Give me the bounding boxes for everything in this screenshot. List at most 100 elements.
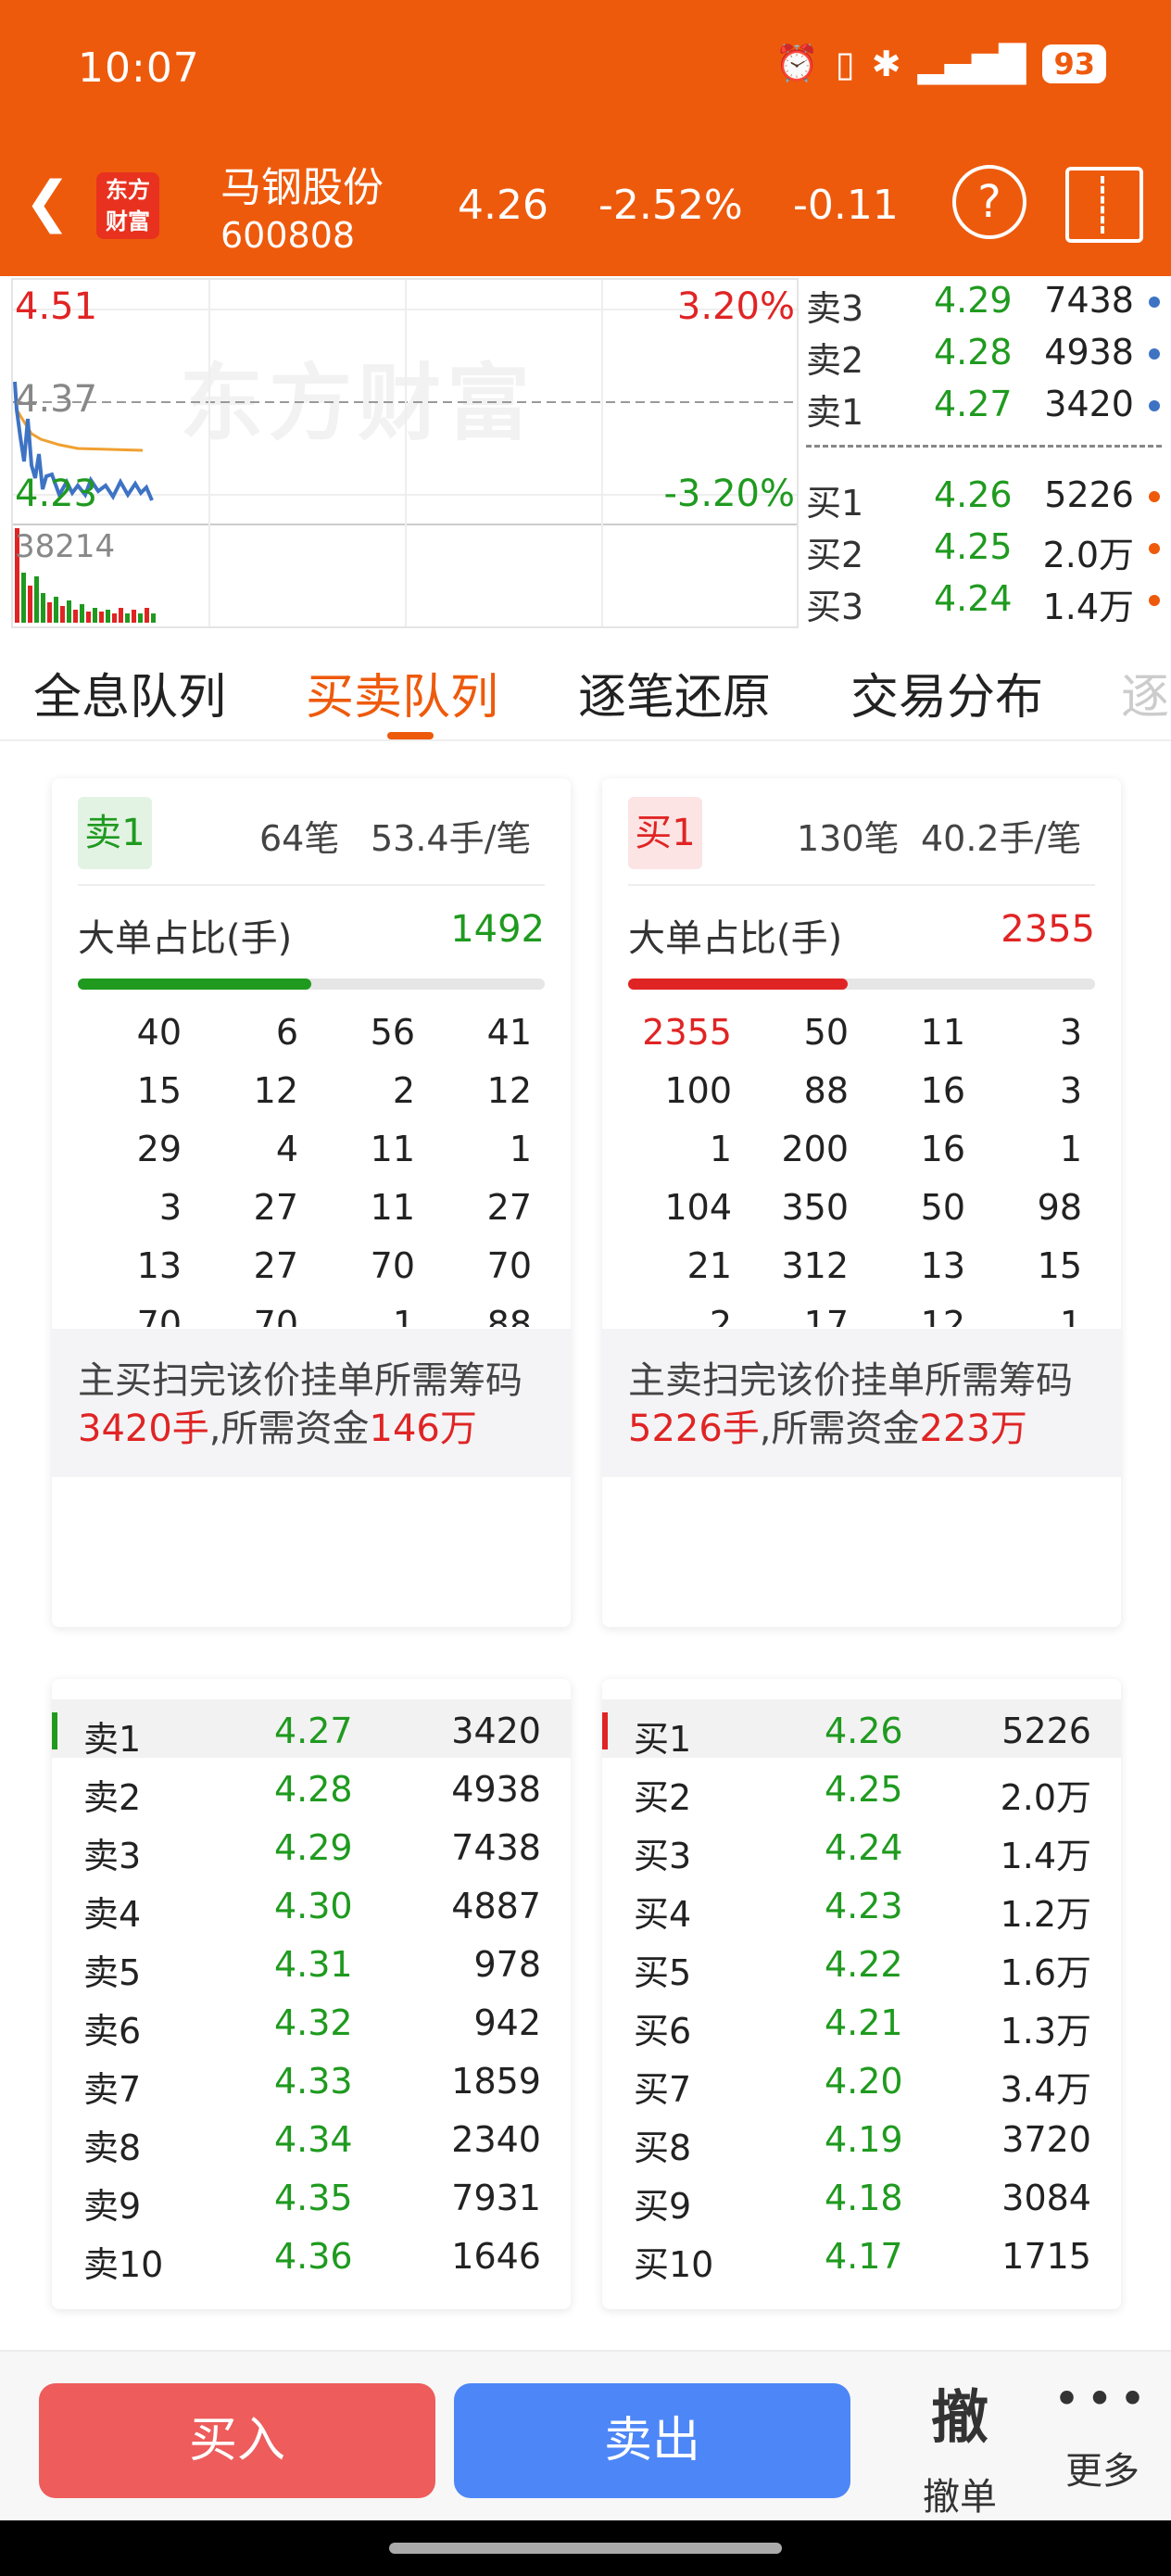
queue-cell: 70 — [136, 1304, 182, 1327]
queue-cell: 70 — [370, 1245, 415, 1286]
tab-bar: 全息队列 买卖队列 逐笔还原 交易分布 逐 — [0, 630, 1171, 741]
queue-cell: 12 — [253, 1070, 298, 1111]
depth-row[interactable]: 卖5 4.31 978 — [52, 1933, 571, 1993]
depth-row[interactable]: 买4 4.23 1.2万 — [602, 1875, 1121, 1935]
queue-row: 2 17 12 1 — [628, 1294, 1095, 1327]
tab-overflow[interactable]: 逐 — [1121, 658, 1169, 727]
tab-order-queue[interactable]: 买卖队列 — [306, 658, 498, 727]
queue-cell: 12 — [486, 1070, 532, 1111]
depth-row[interactable]: 卖7 4.33 1859 — [52, 2050, 571, 2110]
tab-full-queue[interactable]: 全息队列 — [33, 658, 226, 727]
queue-row: 104 350 50 98 — [628, 1178, 1095, 1236]
depth-label: 买6 — [634, 2011, 692, 2052]
depth-row[interactable]: 卖2 4.28 4938 — [52, 1758, 571, 1818]
queue-row: 40 6 56 41 — [78, 1003, 545, 1061]
depth-volume: 942 — [473, 2002, 541, 2043]
queue-cell: 100 — [664, 1070, 732, 1111]
bluetooth-icon: ✱ — [871, 43, 901, 84]
queue-cell: 98 — [1037, 1187, 1082, 1228]
queue-cell: 1 — [509, 1129, 532, 1169]
tab-trade-distribution[interactable]: 交易分布 — [850, 658, 1043, 727]
depth-row[interactable]: 卖3 4.29 7438 — [52, 1816, 571, 1876]
system-nav-bar — [0, 2520, 1171, 2576]
depth-row[interactable]: 卖8 4.34 2340 — [52, 2108, 571, 2168]
buy-button[interactable]: 买入 — [39, 2383, 435, 2498]
depth-volume: 3.4万 — [1000, 2069, 1091, 2110]
depth-row[interactable]: 买1 4.26 5226 — [602, 1699, 1121, 1760]
queue-cell: 27 — [253, 1245, 298, 1286]
queue-cell: 15 — [136, 1070, 182, 1111]
depth-row[interactable]: 买3 4.24 1.4万 — [602, 1816, 1121, 1876]
depth-label: 卖2 — [83, 1777, 142, 1818]
sell-queue-footer: 主买扫完该价挂单所需筹码3420手,所需资金146万 — [52, 1329, 571, 1477]
percent-change: -2.52% — [598, 182, 743, 229]
chart-svg — [13, 280, 797, 626]
depth-row[interactable]: 卖10 4.36 1646 — [52, 2225, 571, 2285]
queue-row: 70 70 1 88 — [78, 1294, 545, 1327]
depth-label: 卖5 — [83, 1952, 142, 1993]
queue-cell: 41 — [486, 1012, 532, 1053]
cancel-order-button[interactable]: 撤 撤单 — [912, 2370, 1008, 2520]
sell-queue-grid: 40 6 56 41 15 12 2 12 29 4 11 1 3 27 11 27 13 27 70 70 70 70 1… — [78, 1003, 545, 1327]
cancel-label: 撤单 — [923, 2476, 997, 2519]
depth-volume: 1.4万 — [1000, 1836, 1091, 1876]
back-icon[interactable]: ❮ — [24, 174, 70, 230]
app-logo: 东方 财富 — [96, 172, 159, 239]
more-button[interactable]: ••• 更多 — [1047, 2370, 1158, 2494]
status-icons: ⏰ ▯ ✱ ▂▄▆█ 93 — [774, 43, 1106, 84]
buy-order-count: 130笔 — [797, 818, 900, 859]
depth-row[interactable]: 卖4 4.30 4887 — [52, 1875, 571, 1935]
stock-name: 马钢股份 — [220, 164, 384, 211]
queue-cell: 2355 — [642, 1012, 732, 1053]
queue-cell: 1 — [392, 1304, 415, 1327]
depth-row[interactable]: 买2 4.25 2.0万 — [602, 1758, 1121, 1818]
queue-cell: 70 — [253, 1304, 298, 1327]
5g-signal-icon: ▂▄▆█ — [917, 43, 1026, 84]
depth-volume: 2.0万 — [1000, 1777, 1091, 1818]
depth-row[interactable]: 买8 4.19 3720 — [602, 2108, 1121, 2168]
depth-label: 买9 — [634, 2186, 692, 2227]
help-icon[interactable]: ? — [952, 165, 1026, 239]
depth-price: 4.19 — [825, 2119, 903, 2160]
depth-label: 买2 — [634, 1777, 692, 1818]
queue-cell: 104 — [664, 1187, 732, 1228]
depth-label: 卖6 — [83, 2011, 142, 2052]
queue-cell: 16 — [920, 1129, 965, 1169]
queue-cell: 27 — [253, 1187, 298, 1228]
queue-cell: 50 — [803, 1012, 849, 1053]
switch-layout-icon[interactable] — [1065, 167, 1143, 243]
depth-row[interactable]: 买9 4.18 3084 — [602, 2166, 1121, 2227]
queue-cell: 3 — [158, 1187, 182, 1228]
depth-label: 买7 — [634, 2069, 692, 2110]
depth-row[interactable]: 卖9 4.35 7931 — [52, 2166, 571, 2227]
queue-cell: 13 — [920, 1245, 965, 1286]
queue-row: 2355 50 11 3 — [628, 1003, 1095, 1061]
queue-row: 13 27 70 70 — [78, 1236, 545, 1294]
queue-row: 29 4 11 1 — [78, 1119, 545, 1178]
queue-cell: 2 — [709, 1304, 732, 1327]
home-gesture-pill[interactable] — [389, 2543, 782, 2554]
sell-avg-lots: 53.4手/笔 — [371, 818, 532, 859]
queue-cell: 2 — [392, 1070, 415, 1111]
depth-row[interactable]: 买7 4.20 3.4万 — [602, 2050, 1121, 2110]
depth-price: 4.36 — [274, 2236, 353, 2277]
depth-row[interactable]: 卖6 4.32 942 — [52, 1991, 571, 2052]
depth-row[interactable]: 买6 4.21 1.3万 — [602, 1991, 1121, 2052]
chart-low-price: 4.23 — [15, 473, 98, 515]
sell-button[interactable]: 卖出 — [454, 2383, 850, 2498]
depth-price: 4.24 — [825, 1827, 903, 1868]
depth-price: 4.20 — [825, 2061, 903, 2102]
depth-row[interactable]: 卖1 4.27 3420 — [52, 1699, 571, 1760]
depth-row[interactable]: 买5 4.22 1.6万 — [602, 1933, 1121, 1993]
depth-volume: 978 — [473, 1944, 541, 1985]
mini-bid-3: 买3 4.24 1.4万 — [802, 573, 1171, 627]
mini-ask-2: 卖2 4.28 4938 — [802, 326, 1171, 381]
queue-cell: 12 — [920, 1304, 965, 1327]
intraday-chart[interactable]: 东方财富 4.51 3.20% 4.37 4.23 -3.20% 38214 — [11, 278, 799, 628]
queue-cell: 1 — [709, 1129, 732, 1169]
depth-label: 买3 — [634, 1836, 692, 1876]
queue-row: 15 12 2 12 — [78, 1061, 545, 1119]
depth-row[interactable]: 买10 4.17 1715 — [602, 2225, 1121, 2285]
depth-label: 买5 — [634, 1952, 692, 1993]
tab-tick-restore[interactable]: 逐笔还原 — [578, 658, 771, 727]
